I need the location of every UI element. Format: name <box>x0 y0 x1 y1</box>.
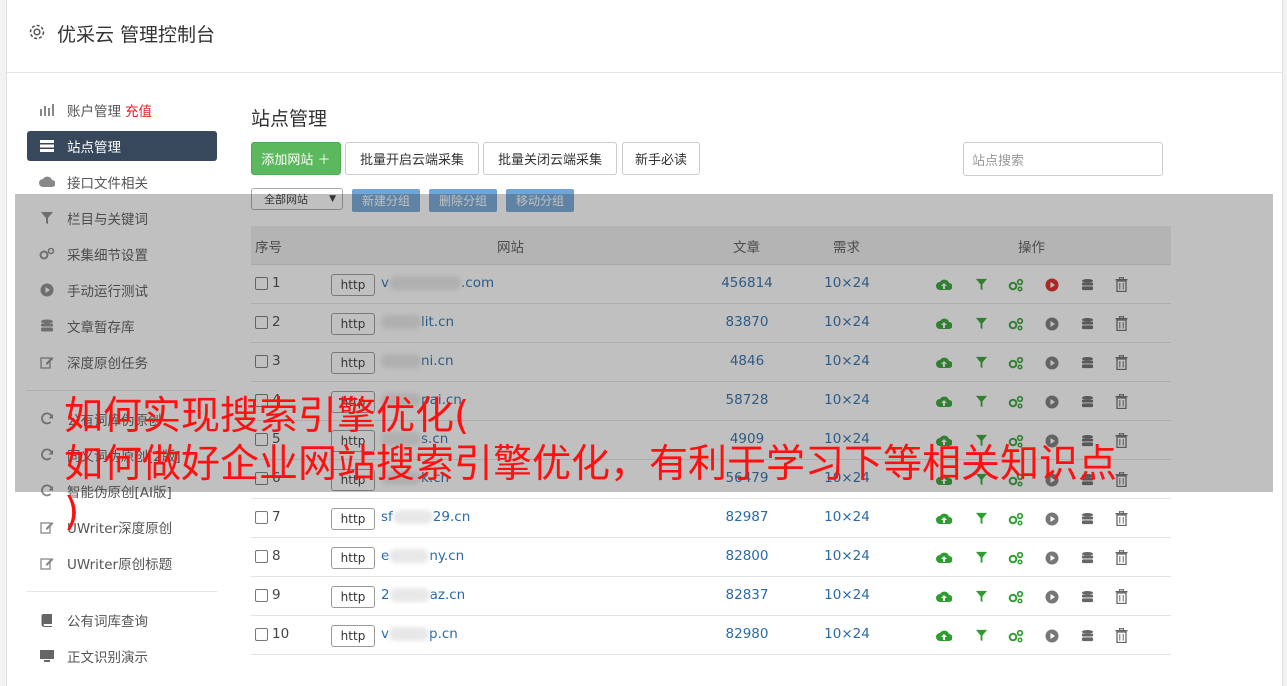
cloud-upload-icon <box>39 174 55 190</box>
book-icon <box>39 612 55 628</box>
monitor-icon <box>39 648 55 664</box>
sidebar-item-label: 接口文件相关 <box>67 176 148 192</box>
database-icon[interactable] <box>1079 588 1096 605</box>
sidebar-item-uwriter-title[interactable]: UWriter原创标题 <box>27 545 217 581</box>
redacted-mask <box>389 627 429 641</box>
header: 优采云 管理控制台 <box>7 0 1282 73</box>
page-title: 站点管理 <box>251 108 328 130</box>
cloud-upload-icon[interactable] <box>935 627 952 644</box>
sidebar-item-label: 站点管理 <box>67 140 121 156</box>
sidebar-item-label: 正文识别演示 <box>67 650 148 666</box>
play-icon[interactable] <box>1043 588 1060 605</box>
row-checkbox[interactable] <box>255 550 268 563</box>
site-suffix: az.cn <box>429 587 466 603</box>
bar-chart-icon <box>39 102 55 118</box>
demand-value[interactable]: 10×24 <box>811 587 883 603</box>
table-row: 10 http v p.cn 82980 10×24 <box>251 616 1171 655</box>
article-count[interactable]: 82837 <box>707 587 787 603</box>
demand-value[interactable]: 10×24 <box>811 548 883 564</box>
play-icon[interactable] <box>1043 549 1060 566</box>
row-checkbox[interactable] <box>255 589 268 602</box>
site-link[interactable]: 2 az.cn <box>381 587 465 603</box>
database-icon[interactable] <box>1079 627 1096 644</box>
site-prefix: e <box>381 548 390 564</box>
table-row: 8 http e ny.cn 82800 10×24 <box>251 538 1171 577</box>
overlay-line-3: ) <box>64 490 80 535</box>
sidebar-item-label: 账户管理 <box>67 104 121 120</box>
cloud-upload-icon[interactable] <box>935 549 952 566</box>
main-content: 站点管理 添加网站 ＋ 批量开启云端采集 批量关闭云端采集 新手必读 站点搜索 … <box>251 90 1176 655</box>
site-prefix: v <box>381 626 389 642</box>
add-site-button[interactable]: 添加网站 ＋ <box>251 142 341 175</box>
http-badge: http <box>331 586 375 608</box>
site-link[interactable]: e ny.cn <box>381 548 464 564</box>
server-icon <box>39 138 55 154</box>
site-link[interactable]: v p.cn <box>381 626 458 642</box>
http-badge: http <box>331 625 375 647</box>
site-suffix: p.cn <box>429 626 458 642</box>
http-badge: http <box>331 547 375 569</box>
article-count[interactable]: 82800 <box>707 548 787 564</box>
row-number: 9 <box>272 587 281 603</box>
play-icon[interactable] <box>1043 627 1060 644</box>
table-row: 9 http 2 az.cn 82837 10×24 <box>251 577 1171 616</box>
beginner-guide-button[interactable]: 新手必读 <box>622 142 700 175</box>
overlay-line-1: 如何实现搜索引擎优化( <box>64 394 470 439</box>
site-prefix: 2 <box>381 587 390 603</box>
row-checkbox[interactable] <box>255 628 268 641</box>
site-search-input[interactable]: 站点搜索 <box>963 142 1163 176</box>
batch-enable-cloud-button[interactable]: 批量开启云端采集 <box>345 142 479 175</box>
gears-icon[interactable] <box>1007 627 1024 644</box>
sidebar-item-label: UWriter原创标题 <box>67 557 173 573</box>
redacted-mask <box>389 549 430 563</box>
site-suffix: ny.cn <box>429 548 465 564</box>
trash-icon[interactable] <box>1113 588 1130 605</box>
filter-icon[interactable] <box>973 627 990 644</box>
row-number: 10 <box>272 626 290 642</box>
filter-icon[interactable] <box>973 549 990 566</box>
database-icon[interactable] <box>1079 549 1096 566</box>
recharge-link[interactable]: 充值 <box>125 100 152 120</box>
overlay-line-2: 如何做好企业网站搜索引擎优化，有利于学习下等相关知识点 <box>64 442 1118 487</box>
filter-icon[interactable] <box>973 588 990 605</box>
sidebar-divider <box>27 591 217 592</box>
batch-disable-cloud-button[interactable]: 批量关闭云端采集 <box>483 142 617 175</box>
demand-value[interactable]: 10×24 <box>811 626 883 642</box>
sidebar-item-thesaurus-query[interactable]: 公有词库查询 <box>27 602 217 638</box>
redacted-mask <box>389 588 430 602</box>
gears-icon[interactable] <box>1007 549 1024 566</box>
article-count[interactable]: 82980 <box>707 626 787 642</box>
sidebar-item-text-recognition[interactable]: 正文识别演示 <box>27 638 217 674</box>
cloud-upload-icon[interactable] <box>935 588 952 605</box>
gear-icon <box>29 24 45 40</box>
toolbar: 添加网站 ＋ 批量开启云端采集 批量关闭云端采集 新手必读 站点搜索 <box>251 142 1176 176</box>
edit-icon <box>39 555 55 571</box>
gears-icon[interactable] <box>1007 588 1024 605</box>
app-title: 优采云 管理控制台 <box>57 24 216 46</box>
sidebar-item-label: 公有词库查询 <box>67 614 148 630</box>
row-number: 8 <box>272 548 281 564</box>
sidebar-item-account[interactable]: 账户管理 充值 <box>27 92 217 128</box>
trash-icon[interactable] <box>1113 549 1130 566</box>
trash-icon[interactable] <box>1113 627 1130 644</box>
overlay-headline: 如何实现搜索引擎优化( 如何做好企业网站搜索引擎优化，有利于学习下等相关知识点 … <box>64 393 1117 537</box>
edit-icon <box>39 519 55 535</box>
sidebar-item-sites[interactable]: 站点管理 <box>27 131 217 161</box>
